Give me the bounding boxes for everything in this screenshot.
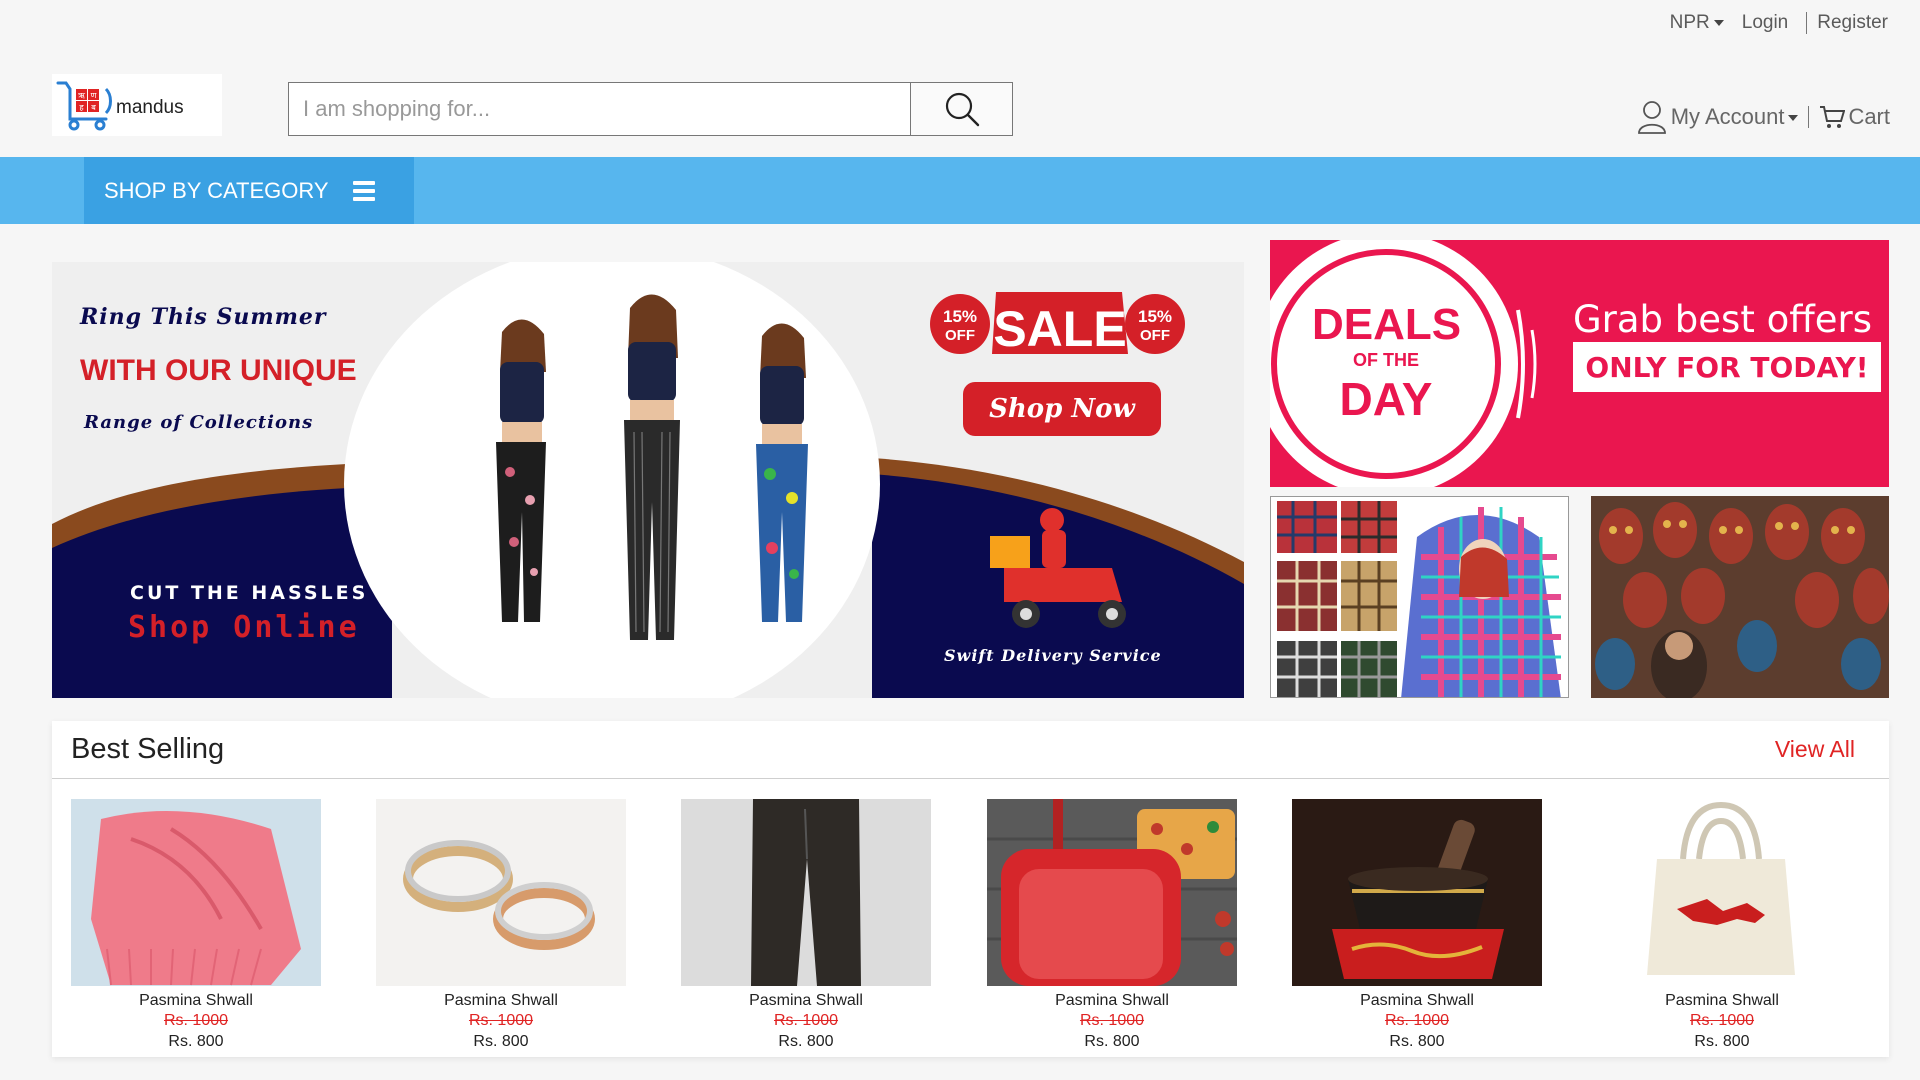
login-link[interactable]: Login — [1742, 12, 1789, 34]
logo-letter: ण — [91, 91, 97, 100]
shop-by-category-label: SHOP BY CATEGORY — [104, 177, 329, 203]
product-name[interactable]: Pasmina Shwall — [987, 992, 1237, 1010]
product-image[interactable] — [376, 799, 626, 986]
search-icon — [945, 92, 979, 127]
product-price: Rs. 800 — [473, 1033, 529, 1050]
trousers-image — [681, 799, 931, 986]
product-card[interactable]: Pasmina Shwall Rs. 1000 Rs. 800 — [1292, 799, 1542, 1051]
product-name[interactable]: Pasmina Shwall — [681, 992, 931, 1010]
product-card[interactable]: Pasmina Shwall Rs. 1000 Rs. 800 — [681, 799, 931, 1051]
product-price: Rs. 800 — [1694, 1033, 1750, 1050]
hero-tagline-2: WITH OUR UNIQUE — [80, 354, 357, 387]
search-bar — [288, 82, 1013, 136]
product-old-price: Rs. 1000 — [1384, 1012, 1450, 1029]
product-price: Rs. 800 — [778, 1033, 834, 1050]
product-card[interactable]: Pasmina Shwall Rs. 1000 Rs. 800 — [1597, 799, 1847, 1051]
brand-name: mandus — [116, 97, 184, 118]
hero-tagline-4: CUT THE HASSLES — [130, 582, 369, 604]
cart-label: Cart — [1848, 104, 1890, 129]
divider — [1808, 106, 1810, 128]
product-name[interactable]: Pasmina Shwall — [376, 992, 626, 1010]
product-list: Pasmina Shwall Rs. 1000 Rs. 800 Pasmina … — [52, 779, 1889, 1057]
product-price: Rs. 800 — [168, 1033, 224, 1050]
shop-by-category-button[interactable]: SHOP BY CATEGORY — [84, 157, 414, 224]
best-selling-section: Best Selling View All Pasmina Shwall Rs.… — [52, 721, 1889, 1057]
rings-image — [376, 799, 626, 986]
deals-of-the-day-banner[interactable]: DEALS OF THE DAY Grab best offers ONLY F… — [1270, 240, 1889, 487]
product-name[interactable]: Pasmina Shwall — [1292, 992, 1542, 1010]
view-all-link[interactable]: View All — [1775, 736, 1855, 763]
cart-icon — [1820, 106, 1846, 128]
badge-off: OFF — [1140, 327, 1170, 344]
my-account-dropdown[interactable]: My Account — [1671, 104, 1799, 130]
best-selling-title: Best Selling — [71, 733, 225, 765]
hero-tagline-1: Ring This Summer — [80, 304, 327, 330]
hamburger-icon — [352, 180, 375, 201]
divider — [1806, 12, 1808, 34]
user-icon — [1637, 101, 1666, 134]
logo-letter: ऋ — [78, 91, 85, 100]
product-card[interactable]: Pasmina Shwall Rs. 1000 Rs. 800 — [376, 799, 626, 1051]
currency-label: NPR — [1669, 12, 1710, 33]
singing-bowl-image — [1292, 799, 1542, 986]
product-price: Rs. 800 — [1084, 1033, 1140, 1050]
scarf-promo-banner[interactable] — [1270, 496, 1569, 698]
register-link[interactable]: Register — [1817, 12, 1888, 34]
account-area: My Account Cart — [1637, 100, 1890, 134]
logo-letter: ब — [91, 103, 96, 112]
product-card[interactable]: Pasmina Shwall Rs. 1000 Rs. 800 — [71, 799, 321, 1051]
product-name[interactable]: Pasmina Shwall — [71, 992, 321, 1010]
badge-percent: 15% — [943, 307, 977, 326]
cart-link[interactable]: Cart — [1819, 104, 1890, 130]
product-image[interactable] — [1292, 799, 1542, 986]
caret-down-icon — [1788, 115, 1799, 122]
red-pan-pizza-image — [987, 799, 1237, 986]
masks-image — [1591, 496, 1889, 698]
deals-word: DEALS — [1312, 300, 1462, 349]
hero-tagline-3: Range of Collections — [84, 412, 314, 433]
deals-grab: Grab best offers — [1573, 298, 1872, 341]
hero-tagline-5: Shop Online — [128, 610, 360, 645]
deals-of-the: OF THE — [1353, 350, 1419, 370]
badge-percent: 15% — [1138, 307, 1172, 326]
product-old-price: Rs. 1000 — [1079, 1012, 1145, 1029]
badge-off: OFF — [945, 327, 975, 344]
product-image[interactable] — [71, 799, 321, 986]
sale-text: SALE — [993, 301, 1126, 357]
product-price: Rs. 800 — [1389, 1033, 1445, 1050]
search-button[interactable] — [910, 83, 1012, 135]
delivery-tagline: Swift Delivery Service — [944, 646, 1162, 665]
site-logo[interactable]: ऋ ण ह ब mandus — [52, 74, 222, 136]
masks-promo-banner[interactable] — [1591, 496, 1889, 698]
currency-dropdown[interactable]: NPR — [1670, 12, 1724, 34]
product-old-price: Rs. 1000 — [468, 1012, 534, 1029]
scarf-image — [1271, 497, 1568, 697]
product-name[interactable]: Pasmina Shwall — [1597, 992, 1847, 1010]
product-image[interactable] — [1597, 799, 1847, 986]
deals-only: ONLY FOR TODAY! — [1573, 342, 1881, 392]
product-old-price: Rs. 1000 — [163, 1012, 229, 1029]
pink-scarf-image — [71, 799, 321, 986]
cart-logo-icon: ऋ ण ह ब — [56, 81, 112, 131]
hero-banner[interactable]: 15% OFF SALE 15% OFF Ring This Summer WI… — [52, 262, 1244, 698]
my-account-label: My Account — [1670, 104, 1785, 129]
product-card[interactable]: Pasmina Shwall Rs. 1000 Rs. 800 — [987, 799, 1237, 1051]
product-image[interactable] — [987, 799, 1237, 986]
deals-day: DAY — [1339, 373, 1433, 425]
top-utility-bar: NPR Login Register — [1670, 12, 1888, 34]
caret-down-icon — [1713, 19, 1724, 26]
shop-now-button[interactable]: Shop Now — [963, 382, 1161, 436]
search-input[interactable] — [289, 83, 910, 135]
tote-bag-image — [1597, 799, 1847, 986]
best-selling-header: Best Selling View All — [52, 721, 1889, 779]
category-nav: SHOP BY CATEGORY — [0, 157, 1920, 224]
product-old-price: Rs. 1000 — [1689, 1012, 1755, 1029]
product-image[interactable] — [681, 799, 931, 986]
product-old-price: Rs. 1000 — [773, 1012, 839, 1029]
